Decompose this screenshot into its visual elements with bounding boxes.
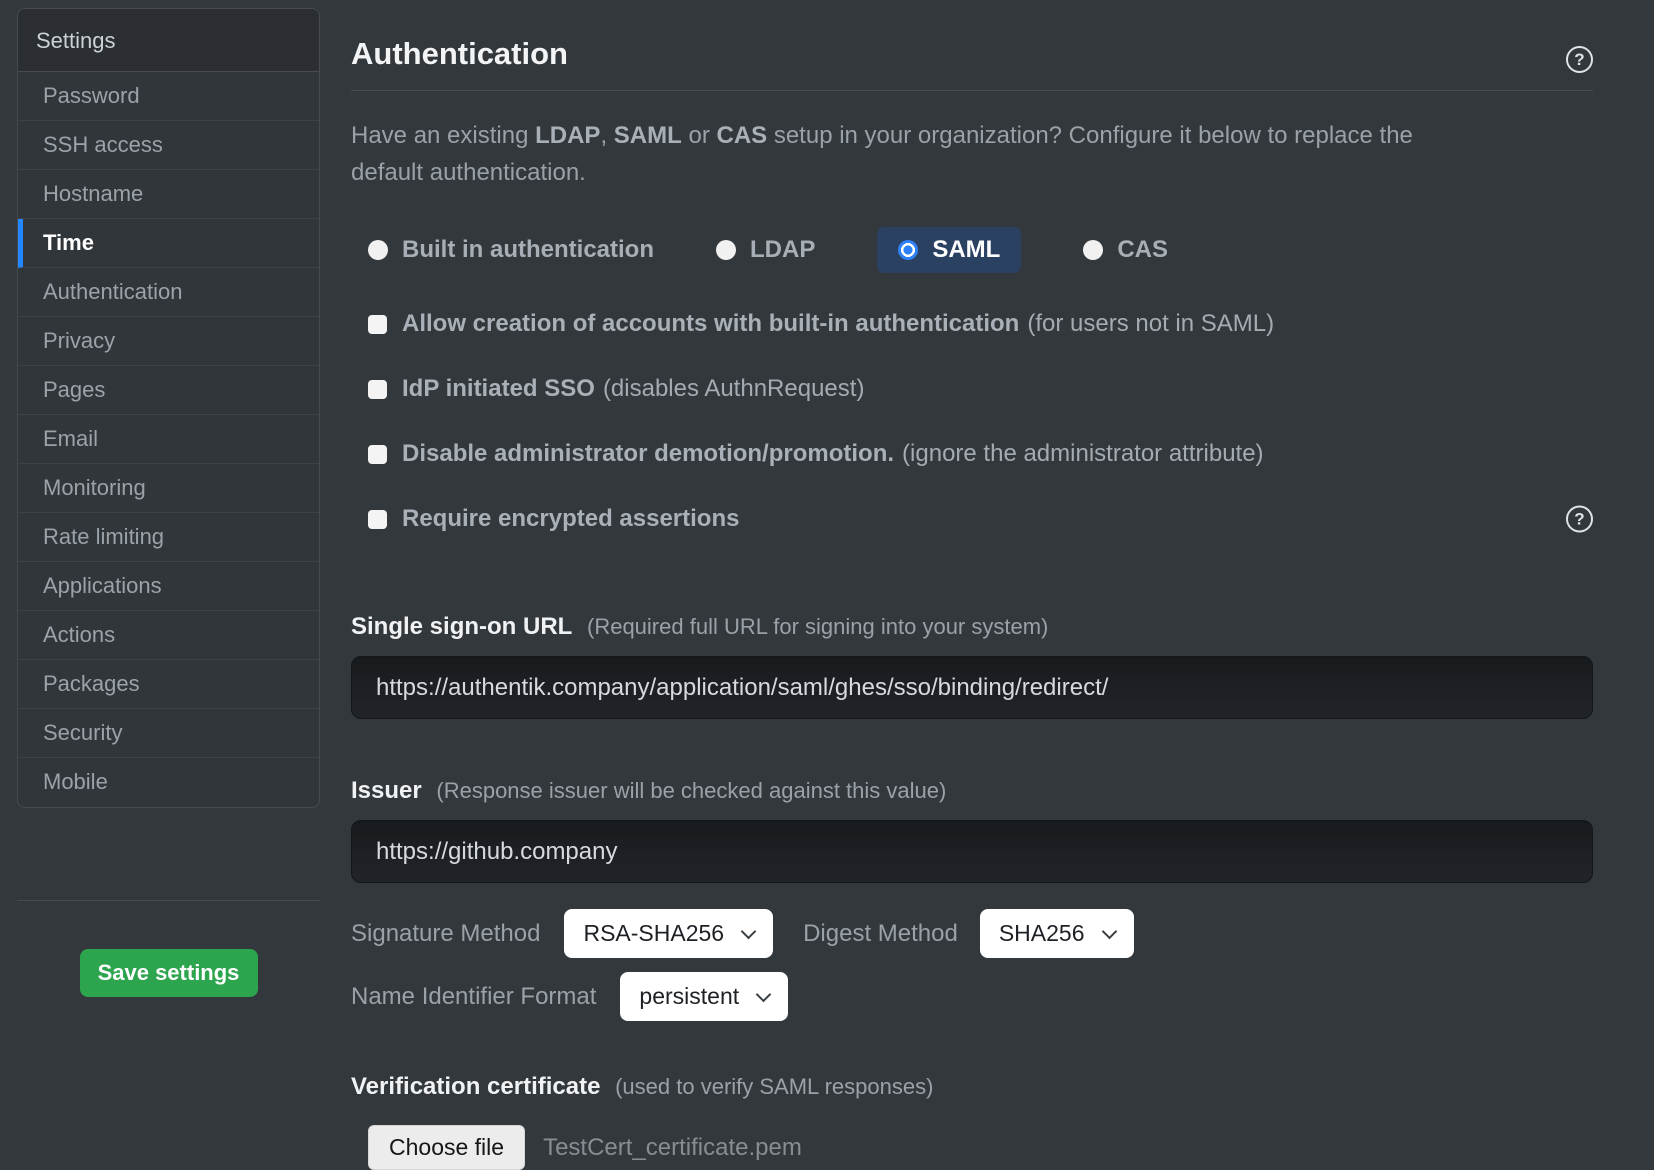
checkbox-label: Allow creation of accounts with built-in…: [402, 310, 1019, 338]
radio-option-cas[interactable]: CAS: [1083, 227, 1168, 273]
sso-url-label: Single sign-on URL (Required full URL fo…: [351, 613, 1593, 641]
intro-segment: LDAP: [535, 122, 600, 149]
signature-method-value: RSA-SHA256: [583, 920, 724, 947]
issuer-label: Issuer (Response issuer will be checked …: [351, 777, 1593, 805]
intro-segment: or: [682, 122, 717, 149]
sso-url-input[interactable]: [351, 656, 1593, 719]
checkbox-row-disable-administrator-demotion-promotion: Disable administrator demotion/promotion…: [368, 440, 1593, 468]
intro-segment: ,: [600, 122, 613, 149]
sidebar-box: Settings PasswordSSH accessHostnameTimeA…: [17, 8, 320, 808]
name-id-format-select[interactable]: persistent: [620, 972, 788, 1021]
signature-method-select[interactable]: RSA-SHA256: [564, 909, 773, 958]
checkbox-label: IdP initiated SSO: [402, 375, 595, 403]
auth-options-checkbox-group: Allow creation of accounts with built-in…: [351, 310, 1593, 533]
sidebar-title: Settings: [18, 9, 319, 72]
radio-label: Built in authentication: [402, 236, 654, 264]
sidebar-item-actions[interactable]: Actions: [18, 611, 319, 660]
sidebar-item-rate-limiting[interactable]: Rate limiting: [18, 513, 319, 562]
chosen-file-name: TestCert_certificate.pem: [543, 1134, 802, 1162]
sidebar-item-ssh-access[interactable]: SSH access: [18, 121, 319, 170]
radio-icon: [1083, 240, 1103, 260]
name-id-format-label: Name Identifier Format: [351, 983, 596, 1011]
sidebar-item-pages[interactable]: Pages: [18, 366, 319, 415]
sidebar-item-mobile[interactable]: Mobile: [18, 758, 319, 807]
verification-cert-row: Choose file TestCert_certificate.pem: [368, 1125, 1593, 1170]
sidebar-item-password[interactable]: Password: [18, 72, 319, 121]
checkbox-icon[interactable]: [368, 315, 387, 334]
intro-segment: Have an existing: [351, 122, 535, 149]
signature-digest-row: Signature Method RSA-SHA256 Digest Metho…: [351, 909, 1593, 958]
sidebar-item-applications[interactable]: Applications: [18, 562, 319, 611]
checkbox-label: Disable administrator demotion/promotion…: [402, 440, 894, 468]
auth-method-radio-group: Built in authentication LDAP SAML CAS: [368, 227, 1593, 273]
radio-icon: [898, 240, 918, 260]
digest-method-value: SHA256: [999, 920, 1085, 947]
intro-segment: CAS: [716, 122, 767, 149]
radio-option-built-in-authentication[interactable]: Built in authentication: [368, 227, 654, 273]
sidebar-divider: [17, 900, 320, 901]
verification-cert-label: Verification certificate (used to verify…: [351, 1073, 1593, 1101]
digest-method-select[interactable]: SHA256: [980, 909, 1134, 958]
intro-segment: SAML: [614, 122, 682, 149]
radio-option-ldap[interactable]: LDAP: [716, 227, 815, 273]
page-layout: Settings PasswordSSH accessHostnameTimeA…: [0, 0, 1654, 1170]
sidebar-item-time[interactable]: Time: [18, 219, 319, 268]
checkbox-row-idp-initiated-sso: IdP initiated SSO (disables AuthnRequest): [368, 375, 1593, 403]
chevron-down-icon: [1101, 923, 1117, 939]
checkbox-row-require-encrypted-assertions: Require encrypted assertions?: [368, 505, 1593, 533]
radio-icon: [716, 240, 736, 260]
radio-option-saml[interactable]: SAML: [877, 227, 1021, 273]
help-icon[interactable]: ?: [1566, 506, 1593, 533]
signature-method-label: Signature Method: [351, 920, 540, 948]
radio-icon: [368, 240, 388, 260]
checkbox-note: (ignore the administrator attribute): [902, 440, 1264, 468]
page-title: Authentication: [351, 36, 1593, 72]
digest-method-label: Digest Method: [803, 920, 958, 948]
sidebar-item-security[interactable]: Security: [18, 709, 319, 758]
sidebar-item-email[interactable]: Email: [18, 415, 319, 464]
help-icon[interactable]: ?: [1566, 46, 1593, 73]
sidebar-item-privacy[interactable]: Privacy: [18, 317, 319, 366]
main-content: Authentication ? Have an existing LDAP, …: [351, 0, 1593, 1170]
page-header: Authentication ?: [351, 0, 1593, 91]
radio-label: SAML: [932, 236, 1000, 264]
chevron-down-icon: [756, 986, 772, 1002]
radio-label: LDAP: [750, 236, 815, 264]
settings-sidebar: Settings PasswordSSH accessHostnameTimeA…: [17, 8, 320, 1170]
checkbox-label: Require encrypted assertions: [402, 505, 739, 533]
sidebar-item-authentication[interactable]: Authentication: [18, 268, 319, 317]
issuer-input[interactable]: [351, 820, 1593, 883]
sidebar-item-monitoring[interactable]: Monitoring: [18, 464, 319, 513]
name-id-format-row: Name Identifier Format persistent: [351, 972, 1593, 1021]
checkbox-note: (for users not in SAML): [1027, 310, 1274, 338]
sidebar-nav: PasswordSSH accessHostnameTimeAuthentica…: [18, 72, 319, 807]
sidebar-item-hostname[interactable]: Hostname: [18, 170, 319, 219]
intro-text: Have an existing LDAP, SAML or CAS setup…: [351, 117, 1461, 191]
checkbox-row-allow-creation-of-accounts-with-built-in-authentication: Allow creation of accounts with built-in…: [368, 310, 1593, 338]
choose-file-button[interactable]: Choose file: [368, 1125, 525, 1170]
checkbox-icon[interactable]: [368, 380, 387, 399]
checkbox-icon[interactable]: [368, 445, 387, 464]
save-settings-button[interactable]: Save settings: [80, 949, 258, 997]
sidebar-item-packages[interactable]: Packages: [18, 660, 319, 709]
checkbox-icon[interactable]: [368, 510, 387, 529]
chevron-down-icon: [741, 923, 757, 939]
radio-label: CAS: [1117, 236, 1168, 264]
name-id-format-value: persistent: [639, 983, 739, 1010]
checkbox-note: (disables AuthnRequest): [603, 375, 865, 403]
